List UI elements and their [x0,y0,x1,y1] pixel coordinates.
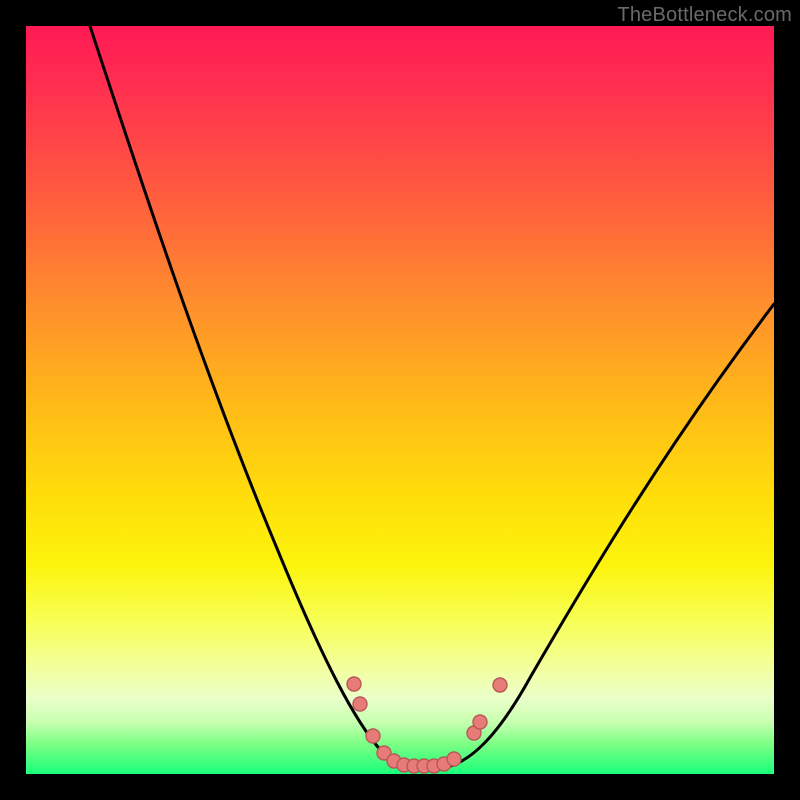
data-marker [366,729,380,743]
data-marker [493,678,507,692]
chart-svg [26,26,774,774]
bottleneck-curve [88,20,774,769]
data-marker [347,677,361,691]
data-marker [353,697,367,711]
chart-frame [26,26,774,774]
watermark-text: TheBottleneck.com [617,4,792,27]
data-marker [447,752,461,766]
marker-group [347,677,507,773]
data-marker [473,715,487,729]
